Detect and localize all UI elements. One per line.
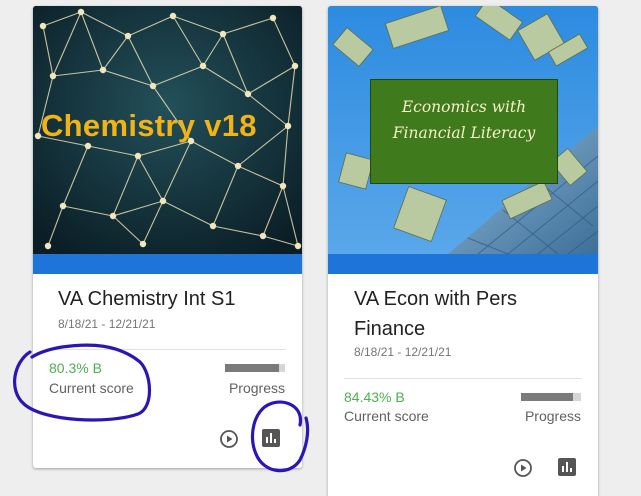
course-card-body: VA Chemistry Int S1 8/18/21 - 12/21/21 8…: [33, 274, 302, 468]
course-card-chemistry[interactable]: Chemistry v18 VA Chemistry Int S1 8/18/2…: [33, 6, 302, 468]
progress-label: Progress: [524, 408, 581, 424]
banner-title-line1: Economics with: [401, 98, 527, 116]
course-dates: 8/18/21 - 12/21/21: [58, 317, 156, 331]
accent-bar: [33, 254, 302, 274]
current-score-value: 80.3% B: [49, 360, 102, 376]
course-card-economics[interactable]: Economics with Financial Literacy VA Eco…: [328, 6, 598, 496]
play-circle-icon[interactable]: [219, 429, 239, 449]
course-banner-chemistry[interactable]: Chemistry v18: [33, 6, 302, 254]
current-score-label: Current score: [49, 380, 134, 396]
bar-chart-icon[interactable]: [261, 428, 281, 448]
divider: [344, 378, 582, 379]
divider: [49, 349, 286, 350]
banner-title-box: Economics with Financial Literacy: [370, 79, 558, 184]
current-score-label: Current score: [344, 408, 429, 424]
banner-title: Chemistry v18: [41, 108, 257, 143]
progress-bar-fill: [225, 364, 279, 372]
course-dashboard: Chemistry v18 VA Chemistry Int S1 8/18/2…: [0, 0, 641, 496]
play-circle-icon[interactable]: [513, 458, 533, 478]
accent-bar: [328, 254, 598, 274]
course-title[interactable]: VA Chemistry Int S1: [58, 284, 235, 314]
course-title-line2: Finance: [354, 318, 426, 340]
banner-title-line2: Financial Literacy: [392, 124, 536, 142]
progress-label: Progress: [228, 380, 285, 396]
course-title-line1: VA Econ with Pers: [354, 288, 518, 310]
progress-bar-fill: [521, 393, 573, 401]
progress-bar: [225, 364, 285, 372]
course-dates: 8/18/21 - 12/21/21: [354, 345, 452, 359]
course-title[interactable]: VA Econ with Pers Finance: [354, 284, 517, 344]
course-banner-economics[interactable]: Economics with Financial Literacy: [328, 6, 598, 254]
current-score-value: 84.43% B: [344, 389, 405, 405]
bar-chart-icon[interactable]: [557, 457, 577, 477]
progress-bar: [521, 393, 581, 401]
course-card-body: VA Econ with Pers Finance 8/18/21 - 12/2…: [328, 274, 598, 496]
